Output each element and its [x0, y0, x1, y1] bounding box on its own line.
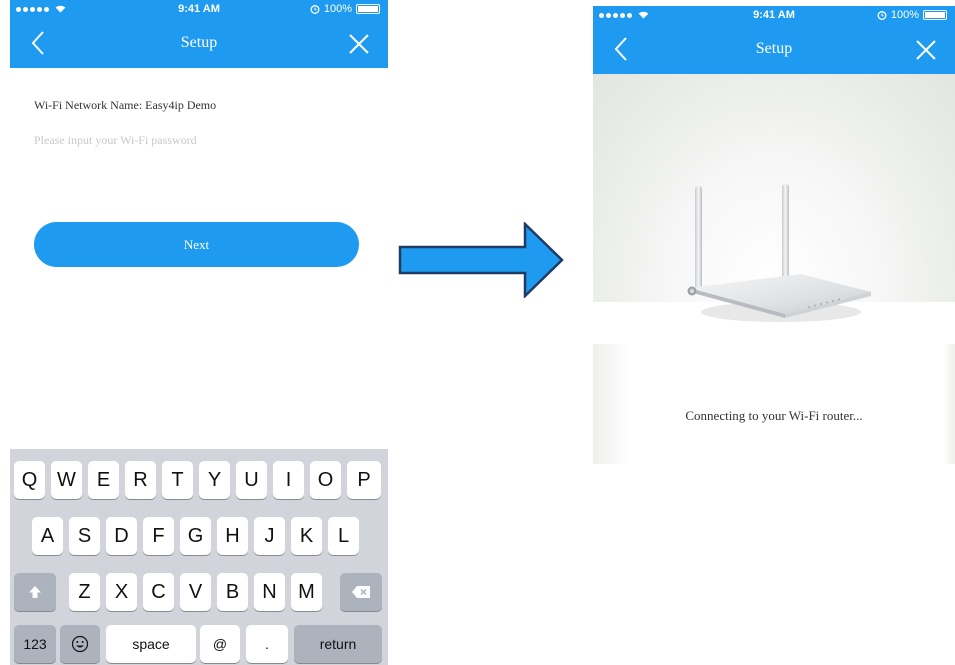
key-k[interactable]: K	[291, 517, 322, 555]
at-key[interactable]: @	[200, 625, 240, 663]
key-u[interactable]: U	[236, 461, 267, 499]
wifi-password-input[interactable]	[32, 128, 336, 152]
shift-key[interactable]	[14, 573, 56, 611]
delete-key[interactable]	[340, 573, 382, 611]
battery-percent: 100%	[323, 3, 352, 15]
key-e[interactable]: E	[88, 461, 119, 499]
router-illustration-area: Connecting to your Wi-Fi router...	[593, 74, 955, 466]
alarm-icon	[877, 11, 887, 20]
key-g[interactable]: G	[180, 517, 211, 555]
emoji-key[interactable]	[60, 625, 100, 663]
key-n[interactable]: N	[254, 573, 285, 611]
key-x[interactable]: X	[106, 573, 137, 611]
wifi-password-screen: 9:41 AM 100% Setup Wi-Fi Network Name: E…	[10, 0, 388, 665]
key-r[interactable]: R	[125, 461, 156, 499]
key-h[interactable]: H	[217, 517, 248, 555]
key-t[interactable]: T	[162, 461, 193, 499]
key-z[interactable]: Z	[69, 573, 100, 611]
key-l[interactable]: L	[328, 517, 359, 555]
delete-icon	[352, 586, 370, 598]
key-d[interactable]: D	[106, 517, 137, 555]
connecting-screen: 9:41 AM 100% Setup Connecting to your Wi…	[593, 6, 955, 466]
numbers-key[interactable]: 123	[14, 625, 56, 663]
key-f[interactable]: F	[143, 517, 174, 555]
connecting-status-text: Connecting to your Wi-Fi router...	[685, 408, 863, 423]
shift-icon	[29, 586, 41, 598]
close-icon[interactable]	[915, 39, 937, 61]
navigation-bar: Setup	[593, 26, 955, 74]
battery-percent: 100%	[890, 9, 919, 21]
key-i[interactable]: I	[273, 461, 304, 499]
alarm-icon	[310, 5, 320, 14]
key-s[interactable]: S	[69, 517, 100, 555]
period-key[interactable]: .	[246, 625, 288, 663]
key-j[interactable]: J	[254, 517, 285, 555]
onscreen-keyboard: Q W E R T Y U I O P A S D F G H J K L Z	[10, 449, 388, 665]
key-w[interactable]: W	[51, 461, 82, 499]
key-c[interactable]: C	[143, 573, 174, 611]
key-q[interactable]: Q	[14, 461, 45, 499]
key-b[interactable]: B	[217, 573, 248, 611]
space-key[interactable]: space	[106, 625, 196, 663]
page-title: Setup	[180, 34, 218, 51]
key-a[interactable]: A	[32, 517, 63, 555]
key-v[interactable]: V	[180, 573, 211, 611]
next-button[interactable]: Next	[34, 222, 359, 267]
key-y[interactable]: Y	[199, 461, 230, 499]
battery-icon	[356, 4, 380, 14]
key-m[interactable]: M	[291, 573, 322, 611]
battery-icon	[923, 10, 947, 20]
navigation-bar: Setup	[10, 20, 388, 68]
router-image	[687, 184, 871, 322]
flow-arrow-icon	[398, 222, 564, 298]
return-key[interactable]: return	[294, 625, 382, 663]
key-p[interactable]: P	[347, 461, 381, 499]
status-bar: 9:41 AM 100%	[593, 6, 955, 26]
page-title: Setup	[755, 40, 793, 57]
status-bar: 9:41 AM 100%	[10, 0, 388, 20]
key-o[interactable]: O	[310, 461, 341, 499]
emoji-icon	[71, 635, 89, 653]
network-name-label: Wi-Fi Network Name: Easy4ip Demo	[34, 98, 217, 112]
close-icon[interactable]	[348, 33, 370, 55]
